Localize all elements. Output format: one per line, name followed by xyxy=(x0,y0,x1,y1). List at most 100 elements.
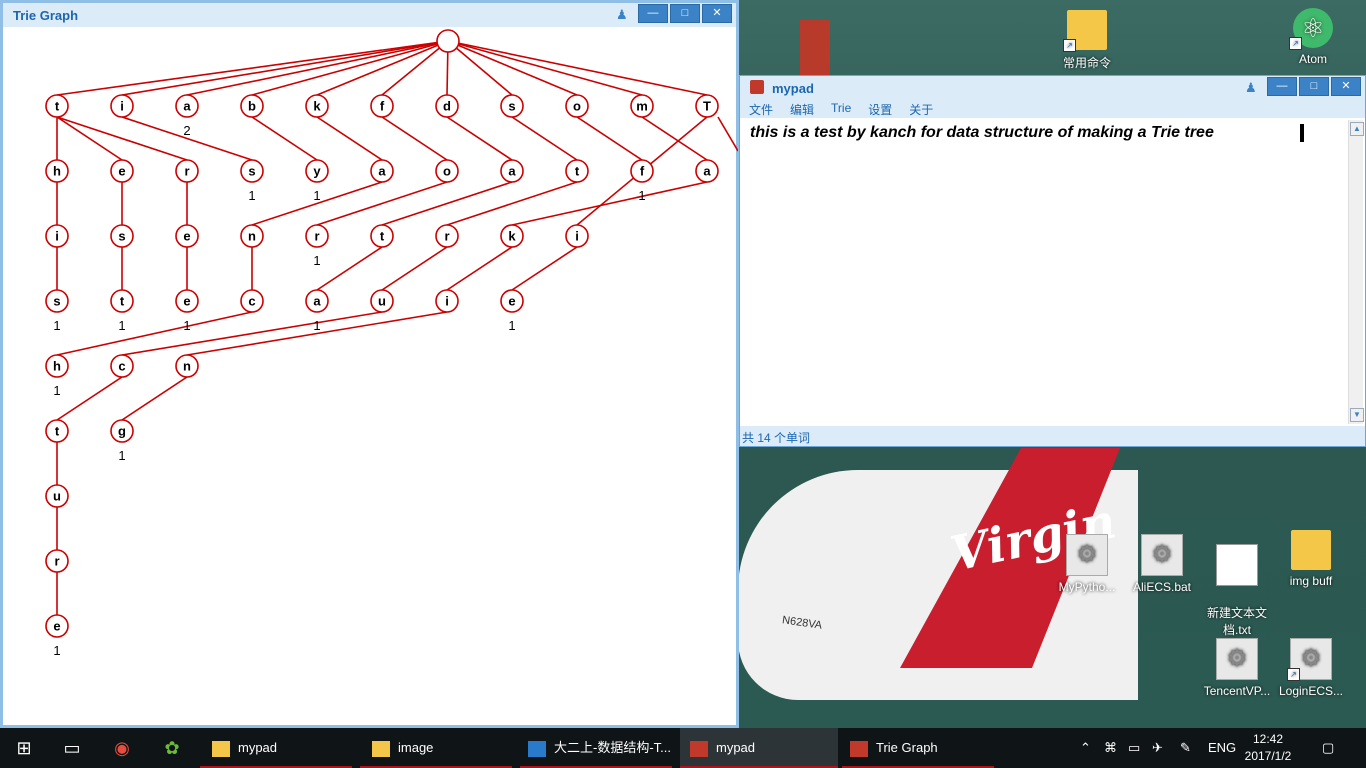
taskbar-app-mypad[interactable]: mypad xyxy=(680,728,838,768)
desktop-icon-label: AliECS.bat xyxy=(1132,580,1192,594)
trie-edge xyxy=(447,40,643,96)
menu-settings[interactable]: 设置 xyxy=(859,100,900,118)
trie-edge xyxy=(381,246,448,291)
trie-node-label: e xyxy=(53,619,60,634)
trie-node-count: 1 xyxy=(53,643,60,658)
menu-file[interactable]: 文件 xyxy=(740,100,781,118)
trie-node: o xyxy=(435,159,459,183)
minimize-button[interactable]: — xyxy=(638,4,668,23)
trie-node-label: u xyxy=(378,294,386,309)
desktop-icon-textfile[interactable]: 新建文本文 档.txt xyxy=(1196,530,1278,638)
trie-graph-window[interactable]: Trie Graph ♟ — □ ✕ tia2bkfdsomThers1y1ao… xyxy=(0,0,739,728)
window-title: mypad xyxy=(772,81,814,96)
task-view-icon[interactable]: ▭ xyxy=(48,728,96,768)
pin-icon[interactable]: ♟ xyxy=(616,7,630,23)
editor-content: this is a test by kanch for data structu… xyxy=(750,124,1214,141)
taskbar: ⊞ ▭ ◉ ✿ mypad image 大二上-数据结构-T... mypad … xyxy=(0,728,1366,768)
chrome-icon[interactable]: ◉ xyxy=(98,728,146,768)
trie-node: s1 xyxy=(45,289,69,333)
desktop-icon-imgbuff[interactable]: img buff xyxy=(1270,530,1352,588)
close-button[interactable]: ✕ xyxy=(702,4,732,23)
taskbar-app-label: image xyxy=(398,740,434,755)
trie-node-label: i xyxy=(55,229,59,244)
minimize-button[interactable]: — xyxy=(1267,77,1297,96)
trie-node-label: e xyxy=(183,294,190,309)
taskbar-app-label: 大二上-数据结构-T... xyxy=(554,740,671,755)
menu-about[interactable]: 关于 xyxy=(900,100,941,118)
trie-edge xyxy=(511,246,578,291)
menu-edit[interactable]: 编辑 xyxy=(781,100,822,118)
trie-node-label: n xyxy=(183,359,191,374)
trie-node-label: h xyxy=(53,359,61,374)
pinned-app-icon[interactable]: ✿ xyxy=(148,728,196,768)
app-icon xyxy=(750,80,764,94)
trie-node: b xyxy=(240,94,264,118)
trie-node: t xyxy=(45,419,69,443)
vertical-scrollbar[interactable]: ▲ ▼ xyxy=(1348,120,1364,424)
scroll-down-icon[interactable]: ▼ xyxy=(1350,408,1364,422)
folder-icon xyxy=(1291,530,1331,570)
desktop-icon-loginecs[interactable]: ⚙ ↗ LoginECS... xyxy=(1270,638,1352,698)
trie-node: d xyxy=(435,94,459,118)
battery-icon[interactable]: ▭ xyxy=(1128,728,1140,768)
trie-node: i xyxy=(565,224,589,248)
trie-node: k xyxy=(500,224,524,248)
trie-node-label: i xyxy=(575,229,579,244)
gear-file-icon: ⚙ xyxy=(1066,534,1108,576)
mypad-window[interactable]: mypad ♟ — □ ✕ 文件 编辑 Trie 设置 关于 this is a… xyxy=(739,75,1366,447)
window-title: Trie Graph xyxy=(13,8,79,23)
trie-node: f1 xyxy=(630,159,654,203)
desktop-icon-tencent[interactable]: ⚙ TencentVP... xyxy=(1196,638,1278,698)
text-editor[interactable]: this is a test by kanch for data structu… xyxy=(742,120,1347,424)
trie-node-label: m xyxy=(636,99,648,114)
trie-node: a1 xyxy=(305,289,329,333)
language-indicator[interactable]: ENG xyxy=(1208,728,1236,768)
scroll-up-icon[interactable]: ▲ xyxy=(1350,122,1364,136)
trie-edge xyxy=(251,116,318,161)
trie-node-label: t xyxy=(380,229,385,244)
trie-node: e xyxy=(175,224,199,248)
trie-node-label: a xyxy=(508,164,516,179)
trie-edge xyxy=(121,376,188,421)
airplane-icon[interactable]: ✈ xyxy=(1152,728,1163,768)
taskbar-app-mypad-folder[interactable]: mypad xyxy=(200,728,352,768)
trie-node: t1 xyxy=(110,289,134,333)
text-file-icon xyxy=(1216,544,1258,586)
trie-node-label: u xyxy=(53,489,61,504)
trie-node-label: i xyxy=(120,99,124,114)
maximize-button[interactable]: □ xyxy=(1299,77,1329,96)
taskbar-app-label: mypad xyxy=(716,740,756,755)
trie-node: o xyxy=(565,94,589,118)
notification-icon[interactable]: ▢ xyxy=(1322,728,1334,768)
trie-node-label: y xyxy=(313,164,321,179)
trie-node: i xyxy=(45,224,69,248)
taskbar-app-image-folder[interactable]: image xyxy=(360,728,512,768)
title-bar[interactable]: mypad ♟ — □ ✕ xyxy=(740,76,1365,100)
desktop-icon-aliecs[interactable]: ⚙ AliECS.bat xyxy=(1121,534,1203,594)
windows-start-icon[interactable]: ⊞ xyxy=(0,728,48,768)
close-button[interactable]: ✕ xyxy=(1331,77,1361,96)
chevron-up-icon[interactable]: ⌃ xyxy=(1080,728,1091,768)
system-clock[interactable]: 12:42 2017/1/2 xyxy=(1238,731,1298,765)
gear-file-icon: ⚙ ↗ xyxy=(1287,638,1332,681)
taskbar-app-trie-graph[interactable]: Trie Graph xyxy=(842,728,994,768)
trie-node-label: r xyxy=(184,164,189,179)
desktop-icon-mypython[interactable]: ⚙ MyPytho... xyxy=(1046,534,1128,594)
pin-icon[interactable]: ♟ xyxy=(1245,80,1259,96)
desktop-icon-folder[interactable]: ↗ 常用命令 xyxy=(1046,10,1128,71)
trie-edge xyxy=(56,40,449,96)
taskbar-app-label: mypad xyxy=(238,740,278,755)
network-icon[interactable]: ⌘ xyxy=(1104,728,1117,768)
trie-node-label: c xyxy=(118,359,125,374)
taskbar-app-vscode[interactable]: 大二上-数据结构-T... xyxy=(520,728,672,768)
trie-edge xyxy=(316,116,383,161)
title-bar[interactable]: Trie Graph ♟ — □ ✕ xyxy=(3,3,736,27)
clock-time: 12:42 xyxy=(1252,732,1284,746)
trie-node-label: o xyxy=(443,164,451,179)
menu-trie[interactable]: Trie xyxy=(822,100,859,118)
pen-icon[interactable]: ✎ xyxy=(1180,728,1191,768)
desktop-icon-atom[interactable]: ⚛ ↗ Atom xyxy=(1272,8,1354,66)
trie-edge xyxy=(56,116,123,161)
maximize-button[interactable]: □ xyxy=(670,4,700,23)
trie-node-label: t xyxy=(575,164,580,179)
